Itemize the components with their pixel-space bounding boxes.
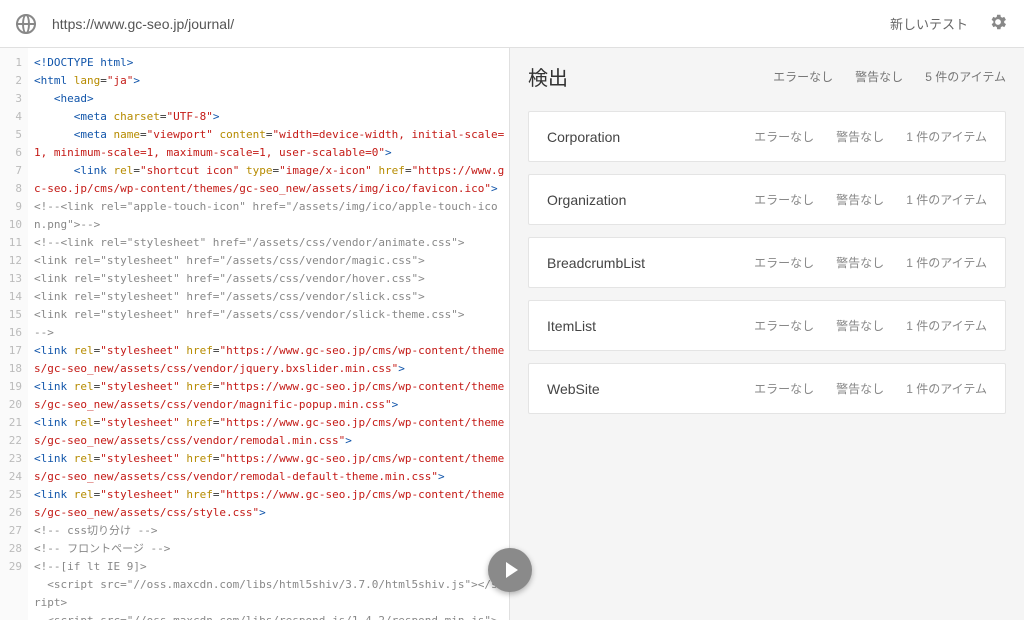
card-stats: エラーなし 警告なし 1 件のアイテム	[754, 254, 987, 271]
result-card[interactable]: Corporation エラーなし 警告なし 1 件のアイテム	[528, 111, 1006, 162]
card-errors: エラーなし	[754, 317, 814, 334]
card-stats: エラーなし 警告なし 1 件のアイテム	[754, 128, 987, 145]
card-warnings: 警告なし	[836, 254, 884, 271]
card-errors: エラーなし	[754, 128, 814, 145]
card-name: WebSite	[547, 381, 754, 397]
results-title: 検出	[528, 62, 773, 91]
header-bar: https://www.gc-seo.jp/journal/ 新しいテスト	[0, 0, 1024, 48]
card-warnings: 警告なし	[836, 191, 884, 208]
results-panel: 検出 エラーなし 警告なし 5 件のアイテム Corporation エラーなし…	[510, 48, 1024, 620]
card-name: BreadcrumbList	[547, 255, 754, 271]
new-test-button[interactable]: 新しいテスト	[890, 14, 968, 33]
card-name: Organization	[547, 192, 754, 208]
summary-warnings: 警告なし	[855, 68, 903, 85]
card-items: 1 件のアイテム	[906, 317, 987, 334]
card-errors: エラーなし	[754, 380, 814, 397]
url-input[interactable]: https://www.gc-seo.jp/journal/	[52, 16, 890, 32]
card-stats: エラーなし 警告なし 1 件のアイテム	[754, 380, 987, 397]
result-cards: Corporation エラーなし 警告なし 1 件のアイテム Organiza…	[528, 111, 1006, 414]
line-numbers: 1234567891011121314151617181920212223242…	[0, 48, 28, 620]
card-warnings: 警告なし	[836, 380, 884, 397]
code-panel: 1234567891011121314151617181920212223242…	[0, 48, 510, 620]
globe-icon	[16, 14, 36, 34]
gear-icon[interactable]	[988, 12, 1008, 35]
card-items: 1 件のアイテム	[906, 380, 987, 397]
summary-errors: エラーなし	[773, 68, 833, 85]
result-card[interactable]: Organization エラーなし 警告なし 1 件のアイテム	[528, 174, 1006, 225]
result-card[interactable]: WebSite エラーなし 警告なし 1 件のアイテム	[528, 363, 1006, 414]
result-card[interactable]: ItemList エラーなし 警告なし 1 件のアイテム	[528, 300, 1006, 351]
card-items: 1 件のアイテム	[906, 191, 987, 208]
results-header: 検出 エラーなし 警告なし 5 件のアイテム	[528, 62, 1006, 91]
result-card[interactable]: BreadcrumbList エラーなし 警告なし 1 件のアイテム	[528, 237, 1006, 288]
card-items: 1 件のアイテム	[906, 128, 987, 145]
card-name: Corporation	[547, 129, 754, 145]
card-stats: エラーなし 警告なし 1 件のアイテム	[754, 191, 987, 208]
play-button[interactable]	[488, 548, 532, 592]
card-name: ItemList	[547, 318, 754, 334]
card-errors: エラーなし	[754, 191, 814, 208]
source-code[interactable]: <!DOCTYPE html><html lang="ja"> <head> <…	[28, 48, 509, 620]
main-content: 1234567891011121314151617181920212223242…	[0, 48, 1024, 620]
card-items: 1 件のアイテム	[906, 254, 987, 271]
summary-stats: エラーなし 警告なし 5 件のアイテム	[773, 68, 1006, 85]
card-warnings: 警告なし	[836, 128, 884, 145]
card-errors: エラーなし	[754, 254, 814, 271]
card-warnings: 警告なし	[836, 317, 884, 334]
card-stats: エラーなし 警告なし 1 件のアイテム	[754, 317, 987, 334]
summary-items: 5 件のアイテム	[925, 68, 1006, 85]
